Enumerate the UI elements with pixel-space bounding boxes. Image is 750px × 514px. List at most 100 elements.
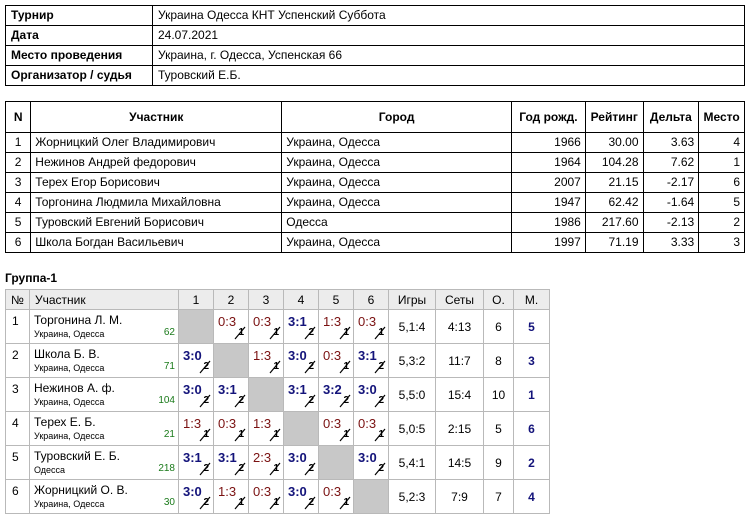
match-points: 2 [203,497,209,508]
participant-number: 5 [4,212,32,233]
participant-city: Украина, Одесса [281,172,512,193]
match-score: 0:3 [253,314,272,329]
match-score: 3:1 [218,382,237,397]
match-result-cell: 0:3 1 [318,479,354,514]
col-participant: Участник [30,101,283,133]
match-result-cell: 3:1 2 [213,377,249,412]
group-header-cell: Сеты [435,289,484,310]
match-result-cell: 3:2 2 [318,377,354,412]
participant-number: 1 [4,132,32,153]
participant-place: 1 [698,152,745,173]
group-title: Группа-1 [5,271,58,285]
match-score: 0:3 [358,416,377,431]
match-points: 2 [378,463,384,474]
participant-number: 2 [4,152,32,173]
match-result-cell: 1:3 1 [318,309,354,344]
group-header-cell: Участник [29,289,179,310]
match-result-cell: 3:1 2 [213,445,249,480]
group-participant: Терех Е. Б. Украина, Одесса 21 [29,411,179,446]
match-points: 2 [203,463,209,474]
participant-delta: -2.13 [642,212,700,233]
match-result-cell: 3:0 2 [283,343,319,378]
participant-place: 3 [698,232,745,253]
match-result-cell: 0:3 1 [248,479,284,514]
match-result-cell: 3:1 2 [283,309,319,344]
group-participant: Школа Б. В. Украина, Одесса 71 [29,343,179,378]
match-points: 1 [343,361,349,372]
self-match-cell [318,445,354,480]
match-result-cell: 3:0 2 [178,377,214,412]
tournament-info-table: Турнир Украина Одесса КНТ Успенский Суббо… [5,5,745,86]
group-place: 5 [513,309,550,344]
match-score: 1:3 [253,416,272,431]
match-points: 1 [343,497,349,508]
group-header-cell: 3 [248,289,284,310]
match-result-cell: 0:3 1 [318,343,354,378]
group-points: 10 [483,377,514,412]
match-points: 2 [343,395,349,406]
group-header-cell: 5 [318,289,354,310]
group-row-number: 1 [5,309,30,344]
match-result-cell: 1:3 1 [248,411,284,446]
match-score: 0:3 [323,348,342,363]
match-points: 1 [238,429,244,440]
match-points: 1 [273,429,279,440]
participant-number: 3 [4,172,32,193]
col-rating: Рейтинг [584,101,644,133]
table-row: 6 Школа Богдан Васильевич Украина, Одесса 1… [4,232,745,253]
participant-delta: 3.33 [642,232,700,253]
match-result-cell: 1:3 1 [213,479,249,514]
group-sets: 7:9 [435,479,484,514]
match-points: 2 [308,361,314,372]
group-points: 9 [483,445,514,480]
match-result-cell: 1:3 1 [248,343,284,378]
group-points: 5 [483,411,514,446]
match-score: 0:3 [323,416,342,431]
table-row: 4 Торгонина Людмила Михайловна Украина, Од… [4,192,745,213]
match-points: 1 [273,497,279,508]
group-games: 5,2:3 [388,479,436,514]
match-score: 1:3 [183,416,202,431]
participant-delta: -2.17 [642,172,700,193]
match-score: 3:1 [218,450,237,465]
group-participant-rating: 104 [158,395,175,406]
participant-birth-year: 1966 [510,132,586,153]
col-n: N [4,101,32,133]
self-match-cell [248,377,284,412]
group-participant-rating: 62 [163,327,175,338]
group-participant-name: Жорницкий О. В. [34,483,128,497]
table-row: 1 Жорницкий Олег Владимирович Украина, Оде… [4,132,745,153]
info-key: Организатор / судья [5,65,153,86]
participant-name: Школа Богдан Васильевич [30,232,283,253]
match-result-cell: 1:3 1 [178,411,214,446]
col-birth-year: Год рожд. [510,101,586,133]
group-participant-name: Нежинов А. ф. [34,381,115,395]
participant-place: 5 [698,192,745,213]
col-delta: Дельта [642,101,700,133]
group-points: 7 [483,479,514,514]
match-score: 3:1 [288,314,307,329]
match-points: 2 [238,395,244,406]
match-points: 2 [308,395,314,406]
match-result-cell: 0:3 1 [353,309,389,344]
match-result-cell: 3:0 2 [283,479,319,514]
participant-rating: 30.00 [584,132,644,153]
group-participant-city: Украина, Одесса [34,363,105,373]
match-score: 3:0 [288,484,307,499]
group-table: № Участник 1 2 3 4 5 6 Игры Сеты О. М. 1 Торгонина Л… [5,289,550,514]
match-score: 3:0 [288,348,307,363]
group-header-cell: О. [483,289,514,310]
group-participant-name: Торгонина Л. М. [34,313,123,327]
group-header-cell: 2 [213,289,249,310]
match-result-cell: 0:3 1 [213,309,249,344]
match-score: 3:0 [183,348,202,363]
group-games: 5,4:1 [388,445,436,480]
group-place: 4 [513,479,550,514]
group-participant-rating: 30 [163,497,175,508]
match-points: 2 [378,361,384,372]
self-match-cell [283,411,319,446]
info-key: Дата [5,25,153,46]
self-match-cell [213,343,249,378]
group-place: 1 [513,377,550,412]
match-result-cell: 0:3 1 [353,411,389,446]
